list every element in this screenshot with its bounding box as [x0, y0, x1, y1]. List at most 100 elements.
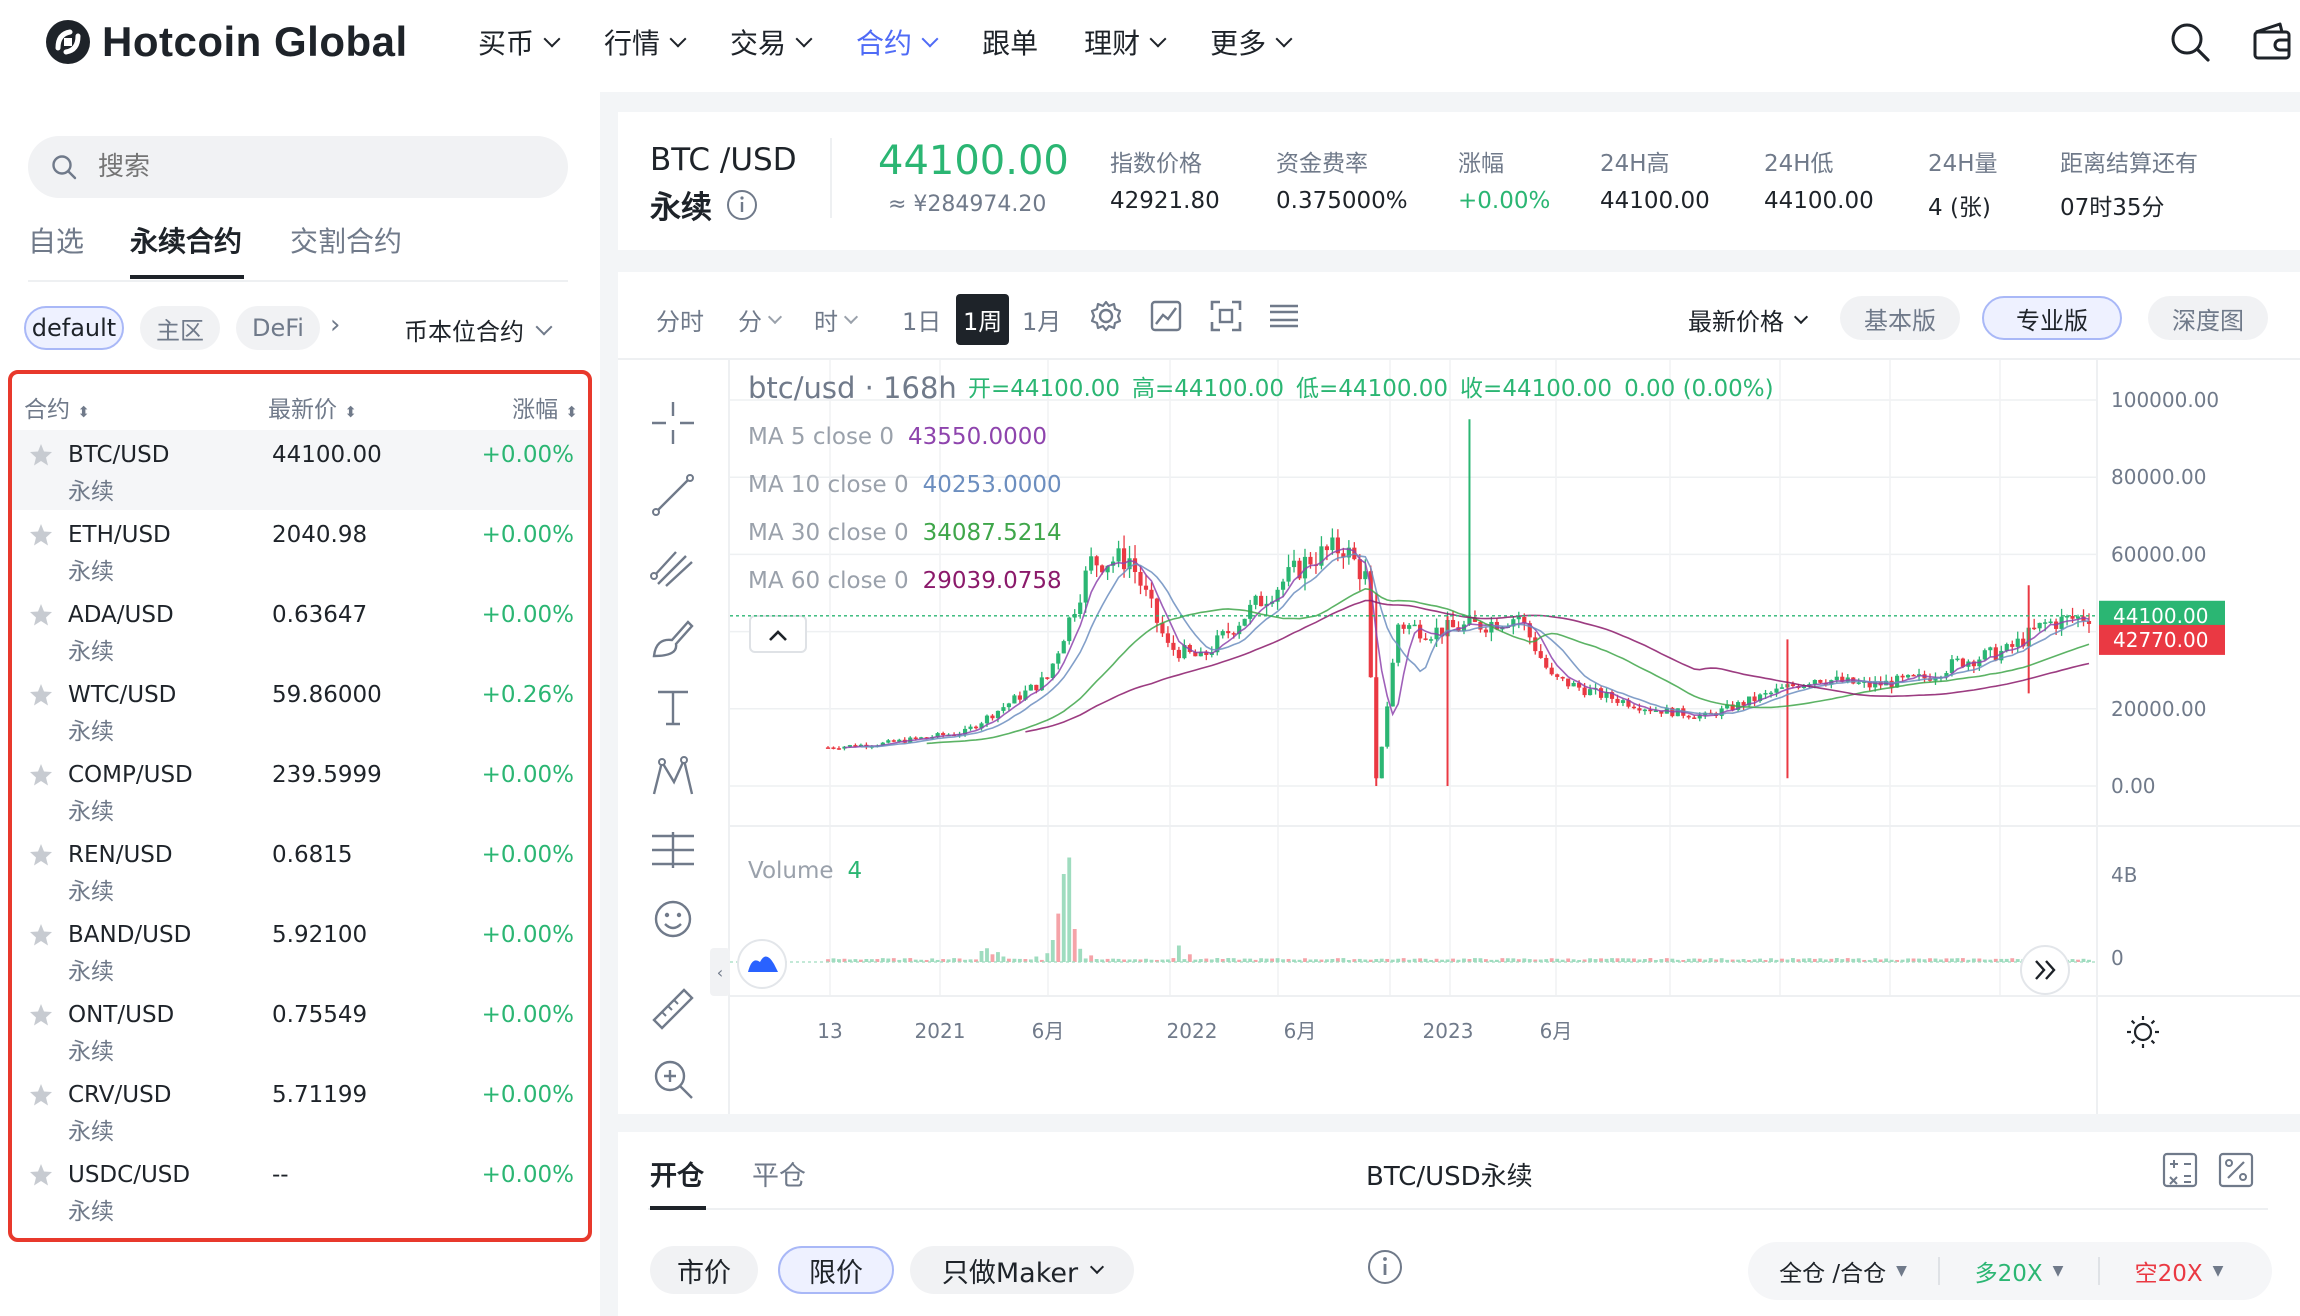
calculator-icon[interactable]: [2160, 1150, 2200, 1190]
nav-item-3[interactable]: 合约: [856, 22, 939, 62]
interval-1[interactable]: 分: [738, 302, 783, 337]
favorite-star-icon[interactable]: [28, 1162, 54, 1188]
info-icon[interactable]: [726, 189, 758, 221]
market-tab-2[interactable]: 交割合约: [290, 220, 402, 260]
candle: [1182, 639, 1187, 660]
order-type-2[interactable]: 只做Maker: [910, 1246, 1134, 1294]
chevron-down-icon: [543, 30, 561, 48]
collapse-legend-button[interactable]: [749, 615, 807, 653]
fib-tool-icon[interactable]: [648, 540, 698, 590]
order-tab-0[interactable]: 开仓: [650, 1154, 704, 1193]
col-price[interactable]: 最新价 ⬍: [268, 390, 357, 424]
view-2[interactable]: 深度图: [2148, 296, 2268, 340]
candle: [1982, 648, 1987, 661]
search-input[interactable]: [98, 146, 538, 188]
interval-4[interactable]: 1周: [956, 294, 1010, 345]
scroll-right-button[interactable]: [2020, 945, 2070, 995]
search-icon[interactable]: [2168, 20, 2212, 64]
currency-select[interactable]: 币本位合约: [404, 312, 553, 347]
tradingview-logo-icon[interactable]: [737, 939, 787, 989]
table-row[interactable]: ETH/USD 永续 2040.98 +0.00%: [12, 510, 588, 590]
nav-item-6[interactable]: 更多: [1210, 22, 1293, 62]
favorite-star-icon[interactable]: [28, 442, 54, 468]
ticker-divider: [830, 138, 832, 218]
fullscreen-icon[interactable]: [1208, 298, 1244, 334]
candle: [1143, 574, 1149, 597]
table-row[interactable]: ADA/USD 永续 0.63647 +0.00%: [12, 590, 588, 670]
interval-3[interactable]: 1日: [902, 302, 941, 337]
market-change: +0.00%: [481, 842, 574, 868]
price-type-select[interactable]: 最新价格: [1688, 302, 1809, 337]
view-1[interactable]: 专业版: [1982, 296, 2122, 340]
table-row[interactable]: COMP/USD 永续 239.5999 +0.00%: [12, 750, 588, 830]
measure-tool-icon[interactable]: [648, 824, 698, 874]
text-tool-icon[interactable]: [648, 682, 698, 732]
favorite-star-icon[interactable]: [28, 602, 54, 628]
order-type-0[interactable]: 市价: [650, 1246, 758, 1294]
stat-value: +0.00%: [1458, 188, 1551, 214]
candle: [1379, 746, 1384, 779]
wallet-icon[interactable]: [2250, 20, 2294, 64]
favorite-star-icon[interactable]: [28, 762, 54, 788]
market-sidebar: 自选 永续合约 交割合约 default 主区 DeFi › 币本位合约 合约 ⬍ 最新价…: [0, 92, 600, 1316]
nav-item-0[interactable]: 买币: [478, 22, 561, 62]
table-row[interactable]: BAND/USD 永续 5.92100 +0.00%: [12, 910, 588, 990]
table-row[interactable]: REN/USD 永续 0.6815 +0.00%: [12, 830, 588, 910]
zoom-in-icon[interactable]: [648, 1054, 698, 1104]
table-row[interactable]: WTC/USD 永续 59.86000 +0.26%: [12, 670, 588, 750]
long-leverage-select[interactable]: 多20X ▼: [1940, 1254, 2098, 1288]
favorite-star-icon[interactable]: [28, 1082, 54, 1108]
nav-item-2[interactable]: 交易: [730, 22, 813, 62]
pattern-tool-icon[interactable]: [648, 752, 698, 802]
trend-line-icon[interactable]: [648, 470, 698, 520]
candle: [1346, 540, 1351, 565]
table-row[interactable]: USDC/USD 永续 -- +0.00%: [12, 1150, 588, 1230]
favorite-star-icon[interactable]: [28, 522, 54, 548]
filter-pill-2[interactable]: DeFi: [236, 306, 320, 350]
col-change[interactable]: 涨幅 ⬍: [512, 390, 578, 424]
emoji-icon[interactable]: [648, 894, 698, 944]
ticker-pair[interactable]: BTC /USD: [650, 142, 797, 178]
collapse-toolbar-icon[interactable]: ‹: [710, 948, 730, 996]
table-row[interactable]: CRV/USD 永续 5.71199 +0.00%: [12, 1070, 588, 1150]
candle: [1313, 552, 1319, 574]
menu-list-icon[interactable]: [1266, 298, 1302, 334]
view-0[interactable]: 基本版: [1840, 296, 1960, 340]
nav-item-4[interactable]: 跟单: [982, 22, 1038, 62]
market-change: +0.00%: [481, 442, 574, 468]
favorite-star-icon[interactable]: [28, 682, 54, 708]
order-type-1[interactable]: 限价: [778, 1246, 894, 1294]
filter-pill-1[interactable]: 主区: [140, 306, 220, 350]
filter-pill-0[interactable]: default: [24, 306, 124, 350]
table-row[interactable]: BTC/USD 永续 44100.00 +0.00%: [12, 430, 588, 510]
short-leverage-select[interactable]: 空20X ▼: [2100, 1254, 2258, 1288]
market-tab-0[interactable]: 自选: [28, 220, 84, 260]
brand-logo[interactable]: Hotcoin Global: [44, 18, 408, 66]
market-tab-1[interactable]: 永续合约: [130, 220, 242, 260]
theme-sun-icon[interactable]: [2127, 1016, 2159, 1048]
search-box[interactable]: [28, 136, 568, 198]
favorite-star-icon[interactable]: [28, 842, 54, 868]
price-chart[interactable]: 100000.0080000.0060000.0040000.0020000.0…: [730, 360, 2300, 1114]
favorite-star-icon[interactable]: [28, 1002, 54, 1028]
col-contract[interactable]: 合约 ⬍: [24, 390, 90, 424]
order-tab-1[interactable]: 平仓: [752, 1154, 806, 1193]
interval-2[interactable]: 时: [814, 302, 859, 337]
brush-icon[interactable]: [648, 612, 698, 662]
indicator-chart-icon[interactable]: [1148, 298, 1184, 334]
interval-5[interactable]: 1月: [1022, 302, 1061, 337]
favorite-star-icon[interactable]: [28, 922, 54, 948]
nav-item-5[interactable]: 理财: [1084, 22, 1167, 62]
interval-0[interactable]: 分时: [656, 302, 704, 337]
table-row[interactable]: ONT/USD 永续 0.75549 +0.00%: [12, 990, 588, 1070]
nav-item-1[interactable]: 行情: [604, 22, 687, 62]
settings-gear-icon[interactable]: [1088, 298, 1124, 334]
info-icon[interactable]: [1366, 1248, 1404, 1286]
filter-next-icon[interactable]: ›: [330, 310, 340, 340]
x-tick-label: 13: [817, 1019, 842, 1043]
crosshair-icon[interactable]: [648, 398, 698, 448]
percent-calc-icon[interactable]: [2216, 1150, 2256, 1190]
ruler-icon[interactable]: [648, 984, 698, 1034]
margin-mode-select[interactable]: 全仓 /合仓 ▼: [1748, 1254, 1938, 1288]
candle: [1390, 658, 1395, 707]
